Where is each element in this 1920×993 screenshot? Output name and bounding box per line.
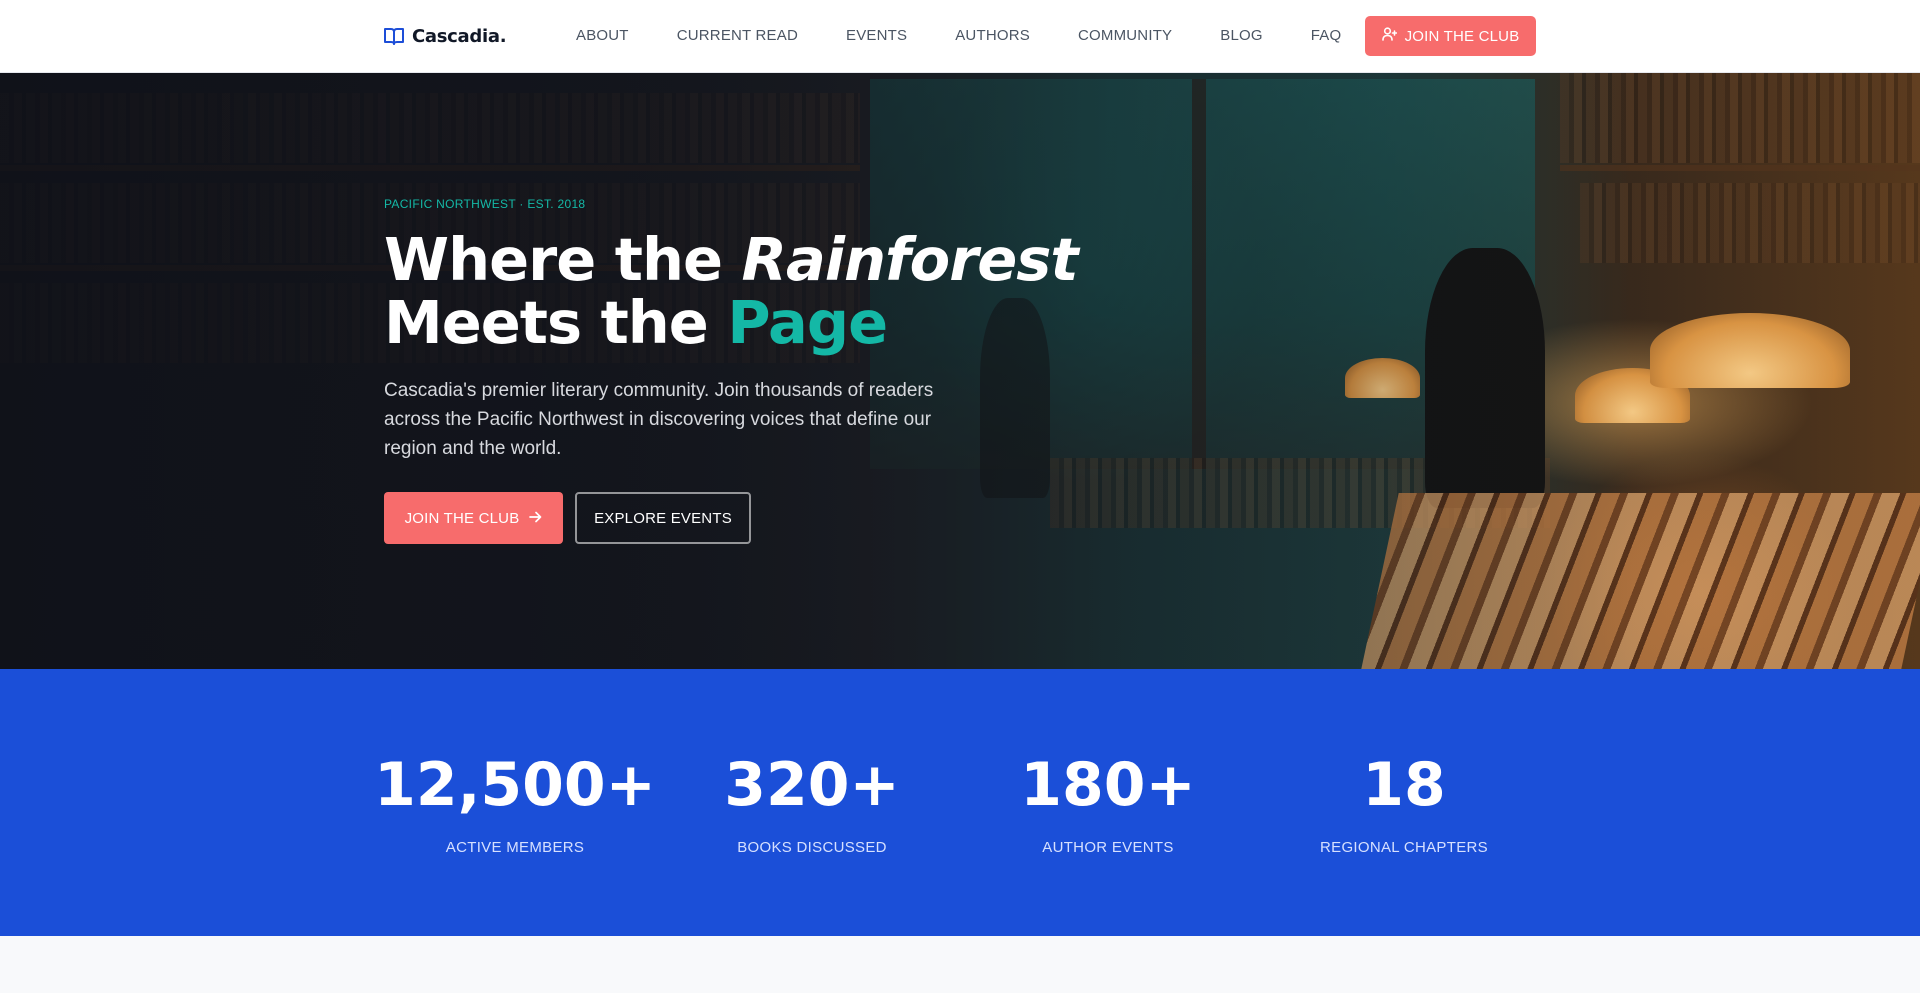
next-section xyxy=(0,936,1920,993)
hero-description: Cascadia's premier literary community. J… xyxy=(384,380,934,459)
stat-active-members: 12,500+ ACTIVE MEMBERS xyxy=(355,753,675,856)
explore-events-label: EXPLORE EVENTS xyxy=(594,509,732,527)
stat-regional-chapters: 18 REGIONAL CHAPTERS xyxy=(1244,753,1564,856)
nav-link-community[interactable]: COMMUNITY xyxy=(1078,26,1172,46)
explore-events-button[interactable]: EXPLORE EVENTS xyxy=(575,492,751,544)
stat-label: AUTHOR EVENTS xyxy=(1042,839,1174,856)
stat-label: BOOKS DISCUSSED xyxy=(737,839,887,856)
stat-label: REGIONAL CHAPTERS xyxy=(1320,839,1488,856)
brand-name: Cascadia. xyxy=(412,25,507,47)
arrow-right-icon xyxy=(529,510,542,527)
headline-text-rainforest: Rainforest xyxy=(741,225,1079,294)
user-plus-icon xyxy=(1381,27,1397,45)
nav-link-events[interactable]: EVENTS xyxy=(846,26,907,46)
join-club-hero-button[interactable]: JOIN THE CLUB xyxy=(384,492,563,544)
hero-headline: Where the Rainforest Meets the Page xyxy=(384,225,1079,357)
top-navbar: Cascadia. ABOUT CURRENT READ EVENTS AUTH… xyxy=(0,0,1920,73)
stat-value: 320+ xyxy=(724,750,900,820)
stat-author-events: 180+ AUTHOR EVENTS xyxy=(948,753,1268,856)
stat-value: 180+ xyxy=(1020,750,1196,820)
book-open-icon xyxy=(384,27,404,45)
stat-value: 12,500+ xyxy=(374,750,656,820)
hero-eyebrow: PACIFIC NORTHWEST · EST. 2018 xyxy=(384,197,586,211)
join-club-nav-button[interactable]: JOIN THE CLUB xyxy=(1365,16,1536,56)
headline-text-page: Page xyxy=(727,288,888,357)
nav-link-authors[interactable]: AUTHORS xyxy=(955,26,1030,46)
headline-text-1: Where the xyxy=(384,225,742,294)
nav-link-faq[interactable]: FAQ xyxy=(1311,26,1342,46)
brand-logo[interactable]: Cascadia. xyxy=(384,24,507,48)
join-club-hero-label: JOIN THE CLUB xyxy=(404,509,520,527)
nav-link-current-read[interactable]: CURRENT READ xyxy=(677,26,798,46)
nav-link-about[interactable]: ABOUT xyxy=(576,26,629,46)
nav-link-blog[interactable]: BLOG xyxy=(1220,26,1262,46)
join-club-nav-label: JOIN THE CLUB xyxy=(1404,27,1520,45)
stat-value: 18 xyxy=(1362,750,1446,820)
stats-section: 12,500+ ACTIVE MEMBERS 320+ BOOKS DISCUS… xyxy=(0,669,1920,936)
stat-label: ACTIVE MEMBERS xyxy=(445,839,585,856)
nav-links: ABOUT CURRENT READ EVENTS AUTHORS COMMUN… xyxy=(576,26,1341,46)
hero-section: PACIFIC NORTHWEST · EST. 2018 Where the … xyxy=(0,73,1920,669)
headline-text-2: Meets the xyxy=(384,288,728,357)
stat-books-discussed: 320+ BOOKS DISCUSSED xyxy=(652,753,972,856)
